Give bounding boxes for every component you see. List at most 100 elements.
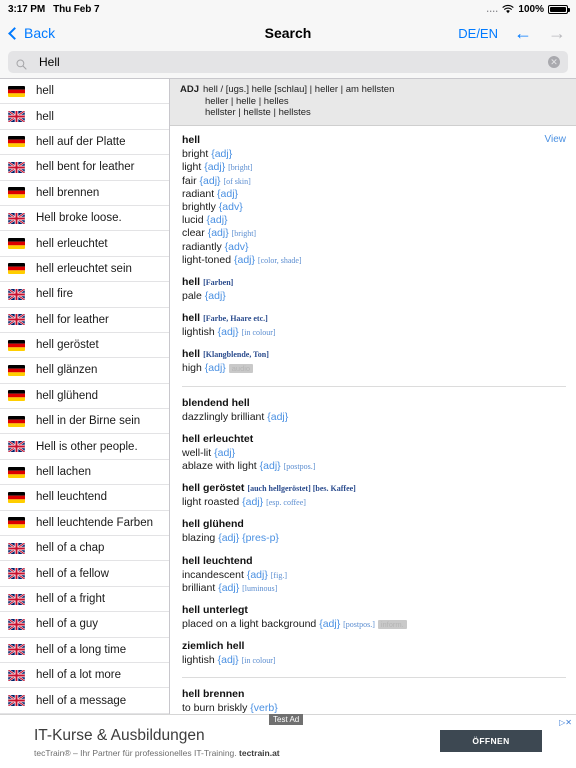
part-of-speech: {adj} (217, 326, 239, 339)
ad-text-group: IT-Kurse & Ausbildungen tecTrain® – Ihr … (34, 726, 280, 758)
translation-line: light-toned {adj} [color, shade] (182, 254, 566, 267)
dictionary-entry[interactable]: hell brennento burn briskly {verb}to bur… (170, 688, 576, 714)
ad-domain: tectrain.at (239, 747, 280, 758)
ad-subtitle: tecTrain® – Ihr Partner für professionel… (34, 748, 280, 758)
list-item[interactable]: hell auf der Platte (0, 130, 169, 156)
entry-headword: hell [Farbe, Haare etc.] (182, 312, 566, 325)
list-item[interactable]: hell brennen (0, 181, 169, 206)
usage-note: [in colour] (241, 328, 276, 338)
dictionary-entry[interactable]: hell [Klangblende, Ton] high {adj} audio (170, 348, 576, 375)
results-sidebar[interactable]: hell hell hell auf der Platte hell bent for… (0, 79, 170, 714)
status-bar: 3:17 PM Thu Feb 7 .... 100% (0, 0, 576, 18)
ad-title: IT-Kurse & Ausbildungen (34, 726, 205, 744)
usage-note: [in colour] (241, 656, 276, 666)
dictionary-entry[interactable]: hell [Farben] pale {adj} (170, 276, 576, 303)
list-item[interactable]: hell leuchtende Farben (0, 511, 169, 537)
list-item[interactable]: Hell is other people. (0, 434, 169, 460)
translation-line: placed on a light background {adj} [post… (182, 618, 566, 631)
clear-circle-icon[interactable]: ✕ (548, 56, 560, 68)
ad-banner[interactable]: Test Ad ▷✕ IT-Kurse & Ausbildungen tecTr… (0, 714, 576, 768)
dictionary-entry[interactable]: hell View bright {adj} light {adj} [bright]… (170, 134, 576, 267)
language-toggle-button[interactable]: DE/EN (458, 26, 498, 41)
list-item[interactable]: hell erleuchtet (0, 231, 169, 257)
view-link[interactable]: View (545, 134, 567, 145)
translation-term: radiant (182, 187, 215, 200)
part-of-speech: {adj} {pres-p} (218, 532, 279, 545)
list-item[interactable]: hell glänzen (0, 358, 169, 384)
flag-gb-icon (8, 542, 25, 554)
translation-term: fair (182, 174, 197, 187)
part-of-speech: {adj} (319, 617, 341, 630)
translation-term: ablaze with light (182, 459, 257, 472)
wifi-icon (502, 4, 514, 14)
dictionary-entry[interactable]: hell [Farbe, Haare etc.] lightish {adj} [i… (170, 312, 576, 339)
flag-de-icon (8, 491, 25, 503)
translation-line: lightish {adj} [in colour] (182, 326, 566, 339)
definition-panel: ADJ hell / [ugs.] helle [schlau] | heller… (170, 79, 576, 714)
translation-line: bright {adj} (182, 148, 566, 161)
status-badge[interactable]: inform. (377, 619, 407, 629)
translation-term: placed on a light background (182, 617, 317, 630)
part-of-speech: {adj} (217, 187, 239, 200)
search-input[interactable]: Hell ✕ (8, 51, 568, 73)
list-item[interactable]: hell (0, 79, 169, 105)
list-item[interactable]: hell geröstet (0, 333, 169, 359)
list-item-label: hell in der Birne sein (36, 415, 141, 428)
flag-de-icon (8, 390, 25, 402)
list-item[interactable]: hell lachen (0, 460, 169, 486)
back-button[interactable]: Back (8, 25, 56, 41)
list-item[interactable]: hell of a long time (0, 638, 169, 663)
status-badge[interactable]: audio (228, 364, 254, 374)
translation-term: pale (182, 289, 202, 302)
entry-list: hell View bright {adj} light {adj} [bright]… (170, 126, 576, 714)
dictionary-entry[interactable]: hell geröstet [auch hellgeröstet] [bes. K… (170, 482, 576, 509)
list-item[interactable]: hell of a chap (0, 536, 169, 562)
list-item[interactable]: hell glühend (0, 384, 169, 410)
list-item-label: hell of a message (36, 694, 127, 707)
flag-gb-icon (8, 568, 25, 580)
translation-line: lightish {adj} [in colour] (182, 654, 566, 667)
ad-open-button[interactable]: ÖFFNEN (440, 730, 542, 752)
dictionary-entry[interactable]: hell glühend blazing {adj} {pres-p} (170, 518, 576, 545)
translation-term: high (182, 362, 202, 375)
list-item[interactable]: hell of a fellow (0, 561, 169, 587)
list-item[interactable]: hell in der Birne sein (0, 409, 169, 435)
dictionary-entry[interactable]: blendend hell dazzlingly brilliant {adj} (170, 397, 576, 424)
list-item-label: hell brennen (36, 186, 100, 199)
translation-term: to burn briskly (182, 702, 248, 714)
search-icon (16, 57, 27, 70)
list-item[interactable]: hell of a lot more (0, 663, 169, 689)
dictionary-entry[interactable]: hell leuchtend incandescent {adj} [fig.] b… (170, 555, 576, 595)
entry-headword: hell erleuchtet (182, 433, 566, 446)
back-button-label: Back (24, 25, 56, 41)
flag-de-icon (8, 85, 25, 97)
list-item[interactable]: hell of a fright (0, 587, 169, 613)
adchoices-icon[interactable]: ▷✕ (559, 718, 572, 727)
entry-headword: hell glühend (182, 518, 566, 531)
list-item[interactable]: hell (0, 104, 169, 130)
dictionary-entry[interactable]: hell erleuchtet well-lit {adj} ablaze with… (170, 433, 576, 473)
translation-term: brightly (182, 200, 216, 213)
flag-gb-icon (8, 618, 25, 630)
list-item[interactable]: hell leuchtend (0, 485, 169, 511)
arrow-left-icon[interactable]: ← (514, 24, 532, 42)
list-item[interactable]: hell bent for leather (0, 155, 169, 181)
list-item[interactable]: hell fire (0, 282, 169, 308)
entry-headword-text: hell erleuchtet (182, 432, 254, 445)
navigation-bar: Back Search DE/EN ← → (0, 18, 576, 48)
list-item[interactable]: hell of a message (0, 688, 169, 714)
list-item-label: hell leuchtend (36, 491, 107, 504)
dictionary-entry[interactable]: ziemlich hell lightish {adj} [in colour] (170, 640, 576, 667)
inflection-box: ADJ hell / [ugs.] helle [schlau] | heller… (170, 79, 576, 127)
translation-term: radiantly (182, 240, 222, 253)
list-item[interactable]: hell of a guy (0, 612, 169, 638)
entry-headword: hell [Farben] (182, 276, 566, 289)
list-item-label: hell of a lot more (36, 669, 122, 682)
list-item[interactable]: Hell broke loose. (0, 206, 169, 232)
entry-headword: blendend hell (182, 397, 566, 410)
dictionary-entry[interactable]: hell unterlegt placed on a light backgrou… (170, 604, 576, 631)
usage-note: [luminous] (242, 583, 278, 593)
battery-percent: 100% (518, 3, 544, 15)
list-item[interactable]: hell erleuchtet sein (0, 257, 169, 283)
list-item[interactable]: hell for leather (0, 308, 169, 333)
